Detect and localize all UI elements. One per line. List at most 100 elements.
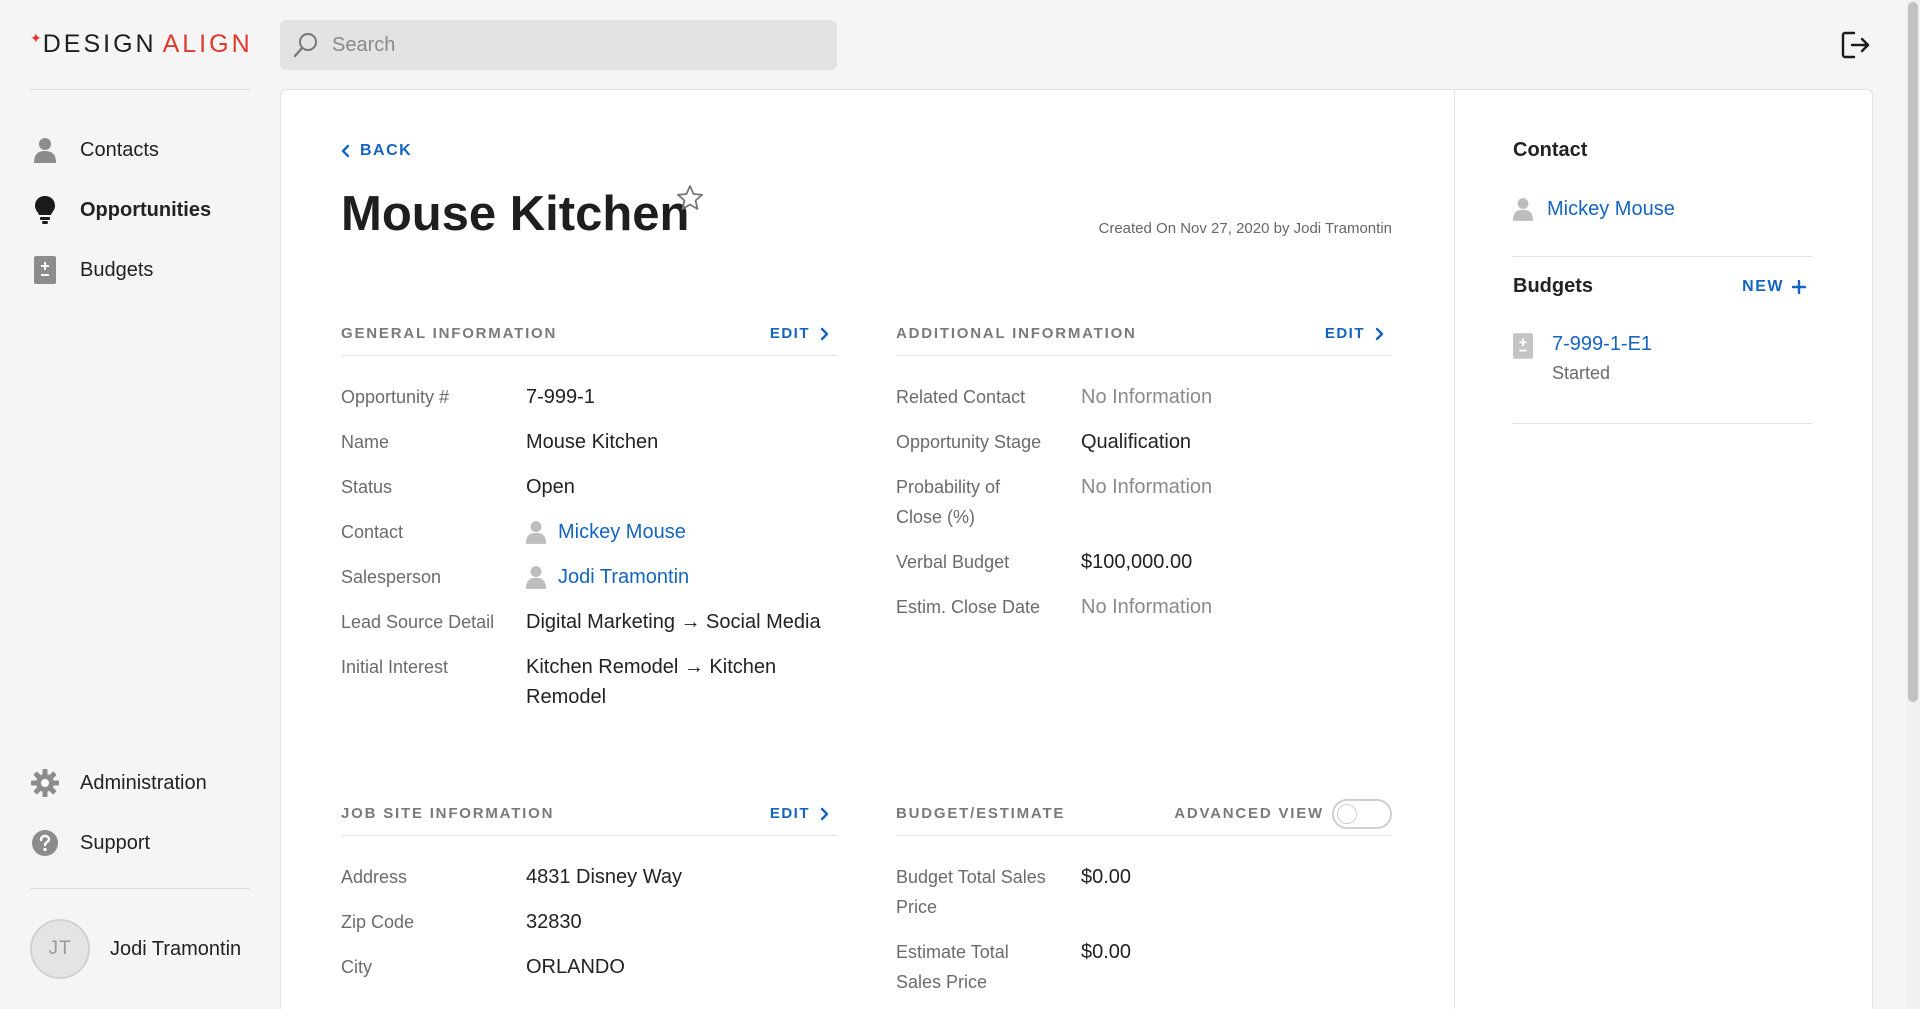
logo-text-design: DESIGN [42, 29, 157, 58]
field-row: Initial Interest Kitchen Remodel → Kitche… [341, 652, 837, 712]
lightbulb-icon [30, 195, 60, 225]
edit-additional-button[interactable]: EDIT [1325, 325, 1384, 342]
contact-link[interactable]: Mickey Mouse [526, 517, 837, 547]
opportunity-number: 7-999-1 [526, 386, 595, 408]
sidebar-item-administration[interactable]: Administration [30, 753, 260, 813]
field-label: Estim. Close Date [896, 597, 1041, 617]
panel-contact-name: Mickey Mouse [1547, 197, 1675, 220]
field-row: Probability of Close (%) No Information [896, 472, 1392, 532]
sidebar-divider-bottom [30, 888, 250, 889]
edit-label: EDIT [1324, 325, 1365, 342]
person-icon [30, 135, 60, 165]
section-title: ADDITIONAL INFORMATION [896, 325, 1137, 342]
design-align-logo[interactable]: ✦ DESIGN ALIGN [30, 30, 253, 58]
search-icon [293, 33, 317, 58]
probability-of-close: No Information [1081, 476, 1213, 498]
field-label: Budget Total Sales Price [896, 867, 1046, 917]
person-icon [1513, 197, 1533, 221]
search-bar [280, 20, 837, 70]
address-value: 4831 Disney Way [526, 866, 682, 888]
new-budget-button[interactable]: NEW [1742, 278, 1806, 296]
right-panel-budgets: Budgets NEW 7-999-1-E1 Started [1513, 275, 1812, 384]
sidebar-item-contacts[interactable]: Contacts [30, 120, 260, 180]
field-row: Budget Total Sales Price $0.00 [896, 862, 1392, 922]
opportunity-name: Mouse Kitchen [526, 431, 659, 453]
edit-job-site-button[interactable]: EDIT [770, 805, 829, 822]
estimated-close-date: No Information [1081, 596, 1213, 618]
page-title: Mouse Kitchen [341, 187, 690, 241]
sidebar-nav-secondary: Administration Support [30, 753, 260, 873]
sidebar: ✦ DESIGN ALIGN Contacts Opportunities Bu… [0, 0, 280, 1009]
person-icon [526, 565, 546, 589]
advanced-view-label: ADVANCED VIEW [1174, 805, 1324, 822]
opportunity-stage: Qualification [1081, 431, 1192, 453]
field-row: Verbal Budget $100,000.00 [896, 547, 1392, 577]
logo-plus-icon: ✦ [30, 29, 42, 46]
edit-general-button[interactable]: EDIT [770, 325, 829, 342]
user-profile[interactable]: JT Jodi Tramontin [30, 919, 241, 979]
section-header: GENERAL INFORMATION EDIT [341, 320, 837, 356]
logout-icon[interactable] [1840, 29, 1872, 61]
sidebar-item-opportunities[interactable]: Opportunities [30, 180, 260, 240]
salesperson-link[interactable]: Jodi Tramontin [526, 562, 837, 592]
new-label: NEW [1742, 277, 1784, 295]
field-label: Salesperson [341, 567, 442, 587]
field-label: Contact [341, 522, 404, 542]
section-header: ADDITIONAL INFORMATION EDIT [896, 320, 1392, 356]
field-row: Zip Code 32830 [341, 907, 837, 937]
section-header: JOB SITE INFORMATION EDIT [341, 800, 837, 836]
budget-id-link[interactable]: 7-999-1-E1 [1552, 331, 1652, 357]
section-title: JOB SITE INFORMATION [341, 805, 555, 822]
budget-estimate-section: BUDGET/ESTIMATE ADVANCED VIEW Budget Tot… [896, 798, 1392, 1009]
back-button[interactable]: BACK [341, 142, 412, 160]
sidebar-item-label: Administration [80, 771, 207, 794]
card-divider [1454, 90, 1455, 1009]
sidebar-item-label: Contacts [80, 138, 159, 161]
initial-interest: Kitchen Remodel → Kitchen Remodel [526, 656, 777, 708]
related-contact: No Information [1081, 386, 1213, 408]
advanced-view-toggle[interactable] [1332, 798, 1392, 829]
search-input[interactable] [332, 33, 812, 57]
person-icon [526, 520, 546, 544]
created-info: Created On Nov 27, 2020 by Jodi Tramonti… [1098, 220, 1393, 237]
field-label: Opportunity # [341, 387, 450, 407]
field-row: Estimate Total Sales Price $0.00 [896, 937, 1392, 997]
field-row: Contact Mickey Mouse [341, 517, 837, 547]
budget-total-sales-price: $0.00 [1081, 866, 1132, 888]
help-icon [30, 828, 60, 858]
budget-list-item[interactable]: 7-999-1-E1 Started [1513, 331, 1812, 384]
sidebar-item-budgets[interactable]: Budgets [30, 240, 260, 300]
field-row: Status Open [341, 472, 837, 502]
panel-contact-title: Contact [1513, 139, 1588, 161]
user-name: Jodi Tramontin [110, 937, 242, 960]
panel-budgets-title: Budgets [1513, 275, 1593, 297]
salesperson-name: Jodi Tramontin [558, 566, 690, 588]
job-site-information-section: JOB SITE INFORMATION EDIT Address 4831 Di… [341, 800, 837, 997]
budget-icon [30, 255, 60, 285]
sidebar-item-support[interactable]: Support [30, 813, 260, 873]
avatar: JT [30, 919, 90, 979]
chevron-left-icon [341, 144, 350, 158]
field-label: Related Contact [896, 387, 1026, 407]
estimate-total-sales-price: $0.00 [1081, 941, 1132, 963]
sidebar-item-label: Support [80, 831, 151, 854]
favorite-star-icon[interactable] [676, 184, 704, 212]
scrollbar-thumb[interactable] [1908, 2, 1918, 702]
general-information-section: GENERAL INFORMATION EDIT Opportunity # 7-… [341, 320, 837, 727]
field-label: Initial Interest [341, 657, 449, 677]
field-row: Name Mouse Kitchen [341, 427, 837, 457]
field-label: Verbal Budget [896, 552, 1010, 572]
panel-contact-link[interactable]: Mickey Mouse [1513, 197, 1812, 221]
panel-budgets-header: Budgets NEW [1513, 275, 1812, 298]
sidebar-item-label: Opportunities [80, 198, 212, 221]
budget-icon [1513, 331, 1535, 384]
chevron-right-icon [820, 327, 829, 340]
logo-text-align: ALIGN [162, 29, 253, 58]
contact-name: Mickey Mouse [558, 521, 686, 543]
section-title: BUDGET/ESTIMATE [896, 805, 1066, 822]
field-label: Status [341, 477, 393, 497]
gear-icon [30, 768, 60, 798]
budget-status: Started [1552, 363, 1611, 383]
field-label: Opportunity Stage [896, 432, 1042, 452]
lead-source-detail: Digital Marketing → Social Media [526, 611, 821, 633]
